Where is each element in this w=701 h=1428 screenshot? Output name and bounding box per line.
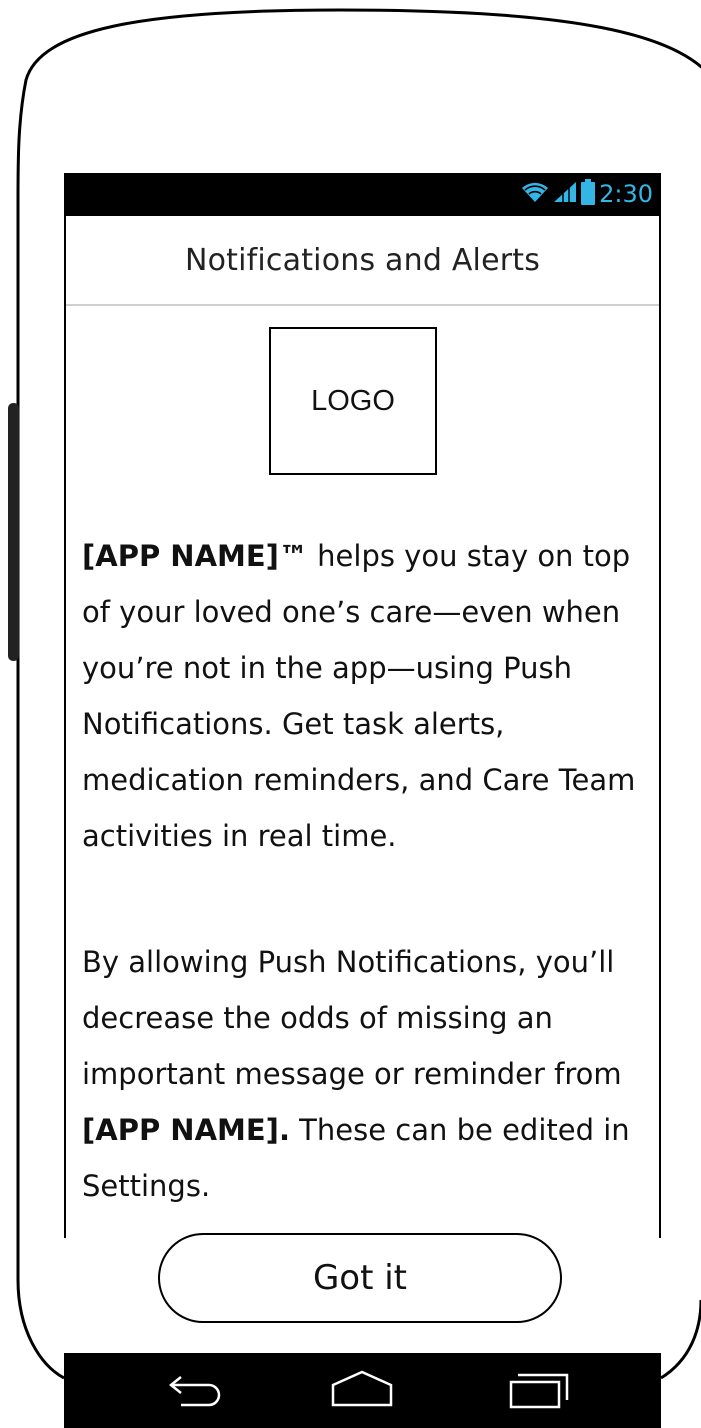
navigation-bar <box>64 1353 661 1428</box>
screen-border-left <box>64 216 66 1238</box>
logo-label: LOGO <box>311 384 395 417</box>
intro-text: helps you stay on top of your loved one’… <box>82 539 636 853</box>
logo-placeholder: LOGO <box>269 327 437 475</box>
back-icon <box>168 1375 221 1406</box>
screen-header: Notifications and Alerts <box>64 216 661 306</box>
screen-border-right <box>659 216 661 1238</box>
status-time: 2:30 <box>599 180 653 208</box>
status-bar: 2:30 <box>64 173 661 216</box>
volume-button <box>8 403 19 661</box>
got-it-label: Got it <box>312 1258 408 1298</box>
home-button[interactable] <box>322 1361 402 1416</box>
wifi-icon <box>521 181 549 207</box>
status-icons: 2:30 <box>521 177 653 211</box>
app-name-bold: [APP NAME]™ <box>82 539 308 573</box>
got-it-button[interactable]: Got it <box>158 1233 562 1323</box>
recent-apps-icon <box>509 1373 569 1408</box>
notifications-screen: Notifications and Alerts LOGO [APP NAME]… <box>64 216 661 1236</box>
battery-icon <box>581 179 596 209</box>
app-name-bold-2: [APP NAME]. <box>82 1113 290 1147</box>
page-title: Notifications and Alerts <box>184 242 541 278</box>
permission-text-start: By allowing Push Notifications, you’ll d… <box>82 945 622 1091</box>
recent-apps-button[interactable] <box>499 1361 579 1416</box>
intro-paragraph: [APP NAME]™ helps you stay on top of you… <box>82 528 657 864</box>
back-button[interactable] <box>159 1361 239 1416</box>
signal-icon <box>553 181 577 207</box>
home-icon <box>331 1370 393 1406</box>
permission-paragraph: By allowing Push Notifications, you’ll d… <box>82 934 657 1214</box>
phone-mockup: 2:30 Notifications and Alerts LOGO [APP … <box>0 0 701 1428</box>
